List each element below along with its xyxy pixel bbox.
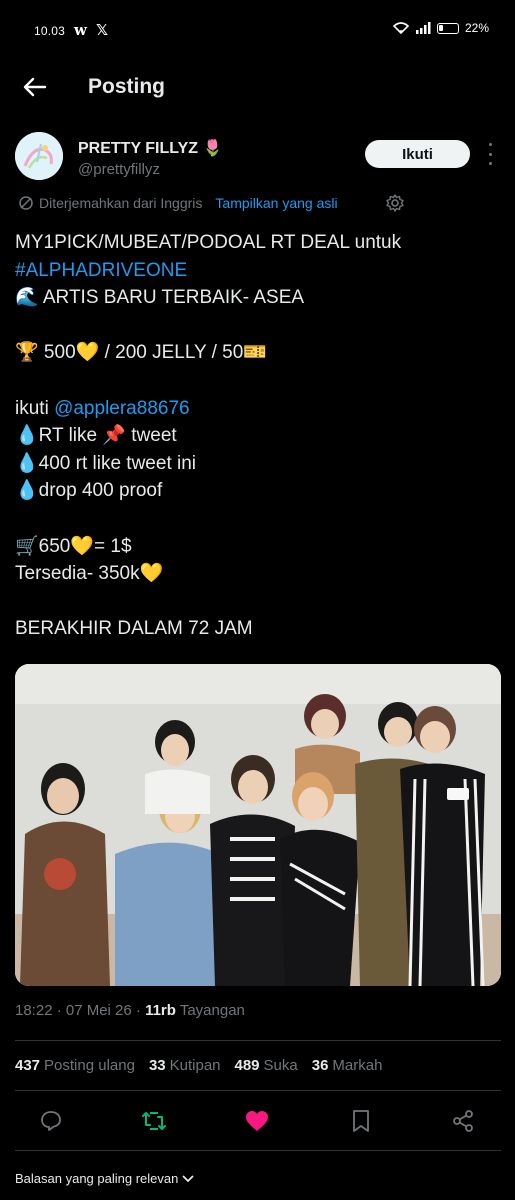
- stat-likes[interactable]: 489 Suka: [235, 1057, 298, 1074]
- reply-icon: [41, 1111, 61, 1131]
- tweet-line: MY1PICK/MUBEAT/PODOAL RT DEAL untuk: [15, 232, 402, 253]
- tweet-line: ikuti: [15, 397, 55, 419]
- show-original-link[interactable]: Tampilkan yang asli: [215, 195, 337, 211]
- hashtag-link[interactable]: #ALPHADRIVEONE: [15, 260, 187, 281]
- bookmark-button[interactable]: [348, 1108, 374, 1134]
- tweet-text: MY1PICK/MUBEAT/PODOAL RT DEAL untuk #ALP…: [15, 229, 500, 643]
- wattpad-notification-icon: w: [74, 21, 87, 39]
- author-name[interactable]: PRETTY FILLYZ 🌷: [78, 138, 222, 158]
- chevron-down-icon: [182, 1174, 194, 1182]
- status-time: 10.03: [34, 24, 66, 38]
- repost-icon: [142, 1112, 166, 1130]
- top-bar: Posting: [0, 60, 515, 114]
- translation-text: Diterjemahkan dari Inggris: [39, 195, 203, 211]
- tweet-timestamp: 18:22 · 07 Mei 26 · 11rb Tayangan: [15, 1002, 245, 1019]
- tweet-line: 🌊 ARTIS BARU TERBAIK- ASEA: [15, 287, 305, 309]
- battery-level: 22%: [464, 21, 489, 35]
- tweet-line: 💧RT like 📌 tweet: [15, 425, 177, 447]
- reply-button[interactable]: [38, 1108, 64, 1134]
- share-icon: [453, 1110, 473, 1132]
- stat-bookmarks[interactable]: 36 Markah: [312, 1057, 383, 1074]
- tweet-line: 💧400 rt like tweet ini: [15, 452, 197, 474]
- page-title: Posting: [88, 75, 165, 98]
- stat-quotes[interactable]: 33 Kutipan: [149, 1057, 221, 1074]
- gear-icon[interactable]: [385, 193, 405, 213]
- arrow-left-icon: [23, 77, 47, 97]
- share-button[interactable]: [450, 1108, 476, 1134]
- tweet-line: 🏆 500💛 / 200 JELLY / 50🎫: [15, 342, 267, 364]
- status-bar: 10.03 w 𝕏 22%: [0, 0, 515, 60]
- follow-button[interactable]: Ikuti: [365, 140, 470, 168]
- action-bar: [0, 1100, 515, 1140]
- tweet-line: BERAKHIR DALAM 72 JAM: [15, 618, 253, 640]
- views-count: 11rb: [145, 1002, 176, 1019]
- like-button[interactable]: [244, 1108, 270, 1134]
- tweet-line: 💧drop 400 proof: [15, 480, 163, 502]
- divider: [15, 1090, 501, 1091]
- avatar[interactable]: [15, 132, 63, 180]
- bookmark-icon: [353, 1110, 369, 1132]
- wifi-icon: [392, 22, 409, 34]
- divider: [15, 1040, 501, 1041]
- author-handle[interactable]: @prettyfillyz: [78, 161, 160, 178]
- tweet-stats: 437 Posting ulang 33 Kutipan 489 Suka 36 Mar…: [15, 1057, 396, 1074]
- divider: [15, 1150, 501, 1151]
- translation-notice: Diterjemahkan dari Inggris Tampilkan yan…: [18, 192, 338, 214]
- replies-sort-dropdown[interactable]: Balasan yang paling relevan: [15, 1171, 194, 1186]
- status-indicators: 22%: [392, 21, 489, 35]
- more-options-icon[interactable]: [484, 143, 496, 165]
- signal-icon: [415, 22, 431, 34]
- tweet-line: 🛒650💛= 1$: [15, 535, 132, 557]
- stat-reposts[interactable]: 437 Posting ulang: [15, 1057, 135, 1074]
- mention-link[interactable]: @applera88676: [54, 398, 190, 419]
- tweet-photo[interactable]: [15, 664, 501, 986]
- repost-button[interactable]: [141, 1108, 167, 1134]
- heart-icon: [246, 1111, 268, 1131]
- tweet-line: Tersedia- 350k💛: [15, 563, 164, 585]
- battery-icon: [436, 22, 459, 34]
- translate-icon: [19, 196, 33, 210]
- x-notification-icon: 𝕏: [96, 22, 109, 39]
- back-button[interactable]: [20, 72, 50, 102]
